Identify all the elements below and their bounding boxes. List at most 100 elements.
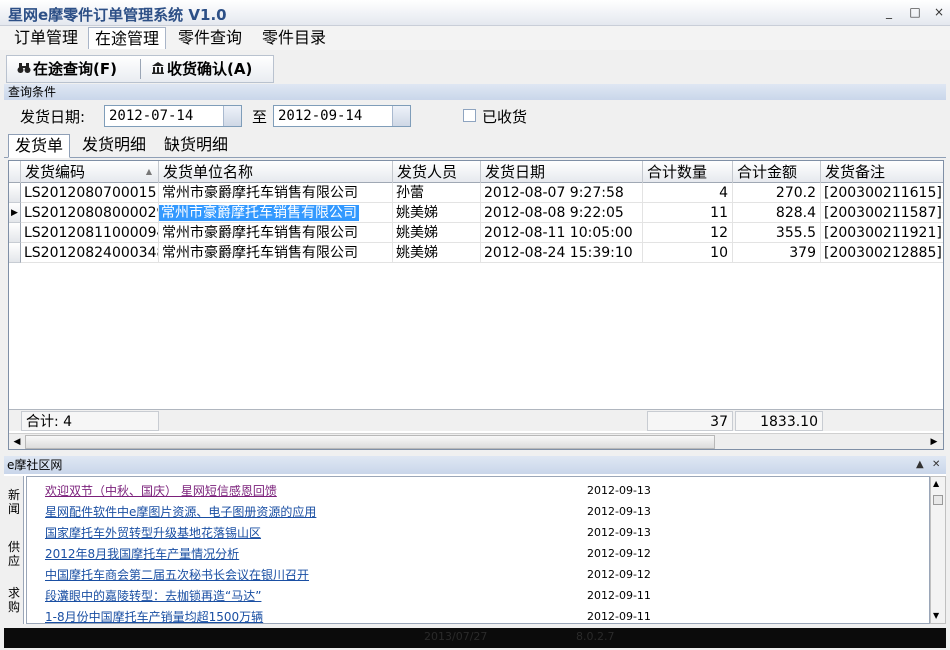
table-row-selected[interactable]: ▶ LS20120808000029 常州市豪爵摩托车销售有限公司 姚美娣 20… xyxy=(9,203,943,223)
news-link[interactable]: 星网配件软件中e摩图片资源、电子图册资源的应用 xyxy=(45,503,316,521)
in-transit-query-button[interactable]: 在途查询(F) xyxy=(13,58,121,80)
news-link[interactable]: 1-8月份中国摩托车产销量均超1500万辆 xyxy=(45,608,263,623)
tab-shipping-details[interactable]: 发货明细 xyxy=(76,134,152,158)
scroll-left-icon[interactable]: ◀ xyxy=(10,435,24,449)
table-row[interactable]: LS20120811000094 常州市豪爵摩托车销售有限公司 姚美娣 2012… xyxy=(9,223,943,243)
cell-total-qty: 4 xyxy=(643,183,733,203)
selected-cell-text: 常州市豪爵摩托车销售有限公司 xyxy=(159,205,359,221)
close-button[interactable]: × xyxy=(930,4,948,20)
date-to-value: 2012-09-14 xyxy=(278,108,363,124)
row-indicator[interactable] xyxy=(9,223,21,243)
menu-parts-catalog[interactable]: 零件目录 xyxy=(256,27,332,49)
news-date: 2012-09-13 xyxy=(587,484,651,497)
cell-ship-date: 2012-08-11 10:05:00 xyxy=(481,223,643,243)
news-date: 2012-09-13 xyxy=(587,526,651,539)
column-header-shipper-name[interactable]: 发货单位名称 xyxy=(159,161,393,183)
community-panel: e摩社区网 ▲ ✕ 新闻 供应 求购 欢迎双节（中秋、国庆） 星网短信感恩回馈 … xyxy=(4,456,946,624)
scroll-right-icon[interactable]: ▶ xyxy=(927,435,941,449)
shipping-orders-grid: 发货编码 ▲ 发货单位名称 发货人员 发货日期 合计数量 合计金额 发货备注 LS… xyxy=(8,160,944,450)
cell-ship-code: LS20120824000348 xyxy=(21,243,159,263)
news-link[interactable]: 2012年8月我国摩托车产量情况分析 xyxy=(45,545,239,563)
maximize-button[interactable]: □ xyxy=(906,4,924,20)
received-checkbox[interactable] xyxy=(463,109,476,122)
column-header-ship-date[interactable]: 发货日期 xyxy=(481,161,643,183)
receipt-confirm-button[interactable]: 收货确认(A) xyxy=(147,58,256,80)
cell-total-qty: 12 xyxy=(643,223,733,243)
grid-corner xyxy=(9,161,21,183)
tab-supply[interactable]: 供应 xyxy=(6,540,22,568)
title-bar: 星网e摩零件订单管理系统 V1.0 _ □ × xyxy=(0,0,950,26)
row-indicator[interactable] xyxy=(9,243,21,263)
scroll-thumb[interactable] xyxy=(25,435,715,449)
column-header-ship-remark[interactable]: 发货备注 xyxy=(821,161,943,183)
column-header-total-amount[interactable]: 合计金额 xyxy=(733,161,821,183)
scroll-up-icon[interactable]: ▲ xyxy=(933,479,939,488)
menu-order-management[interactable]: 订单管理 xyxy=(8,27,84,49)
status-date: 2013/07/27 xyxy=(424,630,488,643)
menu-parts-query[interactable]: 零件查询 xyxy=(172,27,248,49)
binoculars-icon xyxy=(17,60,31,82)
window-title: 星网e摩零件订单管理系统 V1.0 xyxy=(8,6,227,24)
summary-total-amount: 1833.10 xyxy=(735,411,823,431)
news-link[interactable]: 中国摩托车商会第二届五次秘书长会议在银川召开 xyxy=(45,566,309,584)
toolbar-separator xyxy=(140,59,141,79)
cell-ship-remark: [200300211921] xyxy=(821,223,943,243)
date-to-dropdown-button[interactable] xyxy=(392,106,410,126)
cell-shipper-staff: 姚美娣 xyxy=(393,243,481,263)
cell-shipper-staff: 姚美娣 xyxy=(393,203,481,223)
status-bar: 2013/07/27 8.0.2.7 xyxy=(4,628,946,648)
grid-header: 发货编码 ▲ 发货单位名称 发货人员 发货日期 合计数量 合计金额 发货备注 xyxy=(9,161,943,183)
grid-horizontal-scrollbar[interactable]: ◀ ▶ xyxy=(9,433,943,449)
minimize-button[interactable]: _ xyxy=(880,4,898,20)
cell-total-qty: 11 xyxy=(643,203,733,223)
row-indicator-current[interactable]: ▶ xyxy=(9,203,21,223)
column-header-shipper-staff[interactable]: 发货人员 xyxy=(393,161,481,183)
query-conditions-row: 发货日期: 2012-07-14 至 2012-09-14 已收货 xyxy=(0,102,950,130)
tab-shortage-details[interactable]: 缺货明细 xyxy=(158,134,234,158)
date-to-picker[interactable]: 2012-09-14 xyxy=(273,105,411,127)
query-conditions-header: 查询条件 xyxy=(4,84,946,100)
news-link[interactable]: 段瀵眼中的嘉陵转型：去枷锁再造“马达” xyxy=(45,587,261,605)
tab-purchase[interactable]: 求购 xyxy=(6,586,22,614)
column-header-total-qty[interactable]: 合计数量 xyxy=(643,161,733,183)
date-from-value: 2012-07-14 xyxy=(109,108,194,124)
cell-total-amount: 355.5 xyxy=(733,223,821,243)
date-from-dropdown-button[interactable] xyxy=(223,106,241,126)
panel-close-icon[interactable]: ✕ xyxy=(932,456,940,474)
sort-arrow-icon: ▲ xyxy=(145,167,152,176)
menu-in-transit[interactable]: 在途管理 xyxy=(88,27,167,49)
collapse-icon[interactable]: ▲ xyxy=(916,456,924,474)
scroll-down-icon[interactable]: ▼ xyxy=(933,611,939,620)
cell-ship-date: 2012-08-24 15:39:10 xyxy=(481,243,643,263)
cell-total-amount: 379 xyxy=(733,243,821,263)
table-row[interactable]: LS20120807000151 常州市豪爵摩托车销售有限公司 孙蕾 2012-… xyxy=(9,183,943,203)
receipt-confirm-label: 收货确认(A) xyxy=(167,60,253,78)
news-link[interactable]: 国家摩托车外贸转型升级基地花落锡山区 xyxy=(45,524,261,542)
community-tabs: 新闻 供应 求购 xyxy=(4,476,24,624)
column-header-ship-code[interactable]: 发货编码 ▲ xyxy=(21,161,159,183)
date-from-picker[interactable]: 2012-07-14 xyxy=(104,105,242,127)
summary-count: 合计: 4 xyxy=(21,411,159,431)
cell-total-amount: 270.2 xyxy=(733,183,821,203)
cell-total-amount: 828.4 xyxy=(733,203,821,223)
news-list: 欢迎双节（中秋、国庆） 星网短信感恩回馈 2012-09-13 星网配件软件中e… xyxy=(26,476,930,624)
news-date: 2012-09-13 xyxy=(587,505,651,518)
table-row[interactable]: LS20120824000348 常州市豪爵摩托车销售有限公司 姚美娣 2012… xyxy=(9,243,943,263)
news-link[interactable]: 欢迎双节（中秋、国庆） 星网短信感恩回馈 xyxy=(45,482,277,500)
news-date: 2012-09-11 xyxy=(587,589,651,602)
scroll-thumb[interactable] xyxy=(933,495,943,505)
in-transit-query-label: 在途查询(F) xyxy=(33,60,117,78)
summary-total-qty: 37 xyxy=(647,411,733,431)
ship-date-label: 发货日期: xyxy=(20,108,86,126)
tab-news[interactable]: 新闻 xyxy=(6,488,22,516)
news-vertical-scrollbar[interactable]: ▲ ▼ xyxy=(930,476,946,624)
cell-ship-remark: [200300211615] xyxy=(821,183,943,203)
row-indicator[interactable] xyxy=(9,183,21,203)
community-title: e摩社区网 xyxy=(7,458,63,472)
cell-ship-code: LS20120808000029 xyxy=(21,203,159,223)
news-date: 2012-09-12 xyxy=(587,568,651,581)
tab-shipping-orders[interactable]: 发货单 xyxy=(8,134,71,158)
warehouse-icon xyxy=(151,60,165,82)
cell-shipper-staff: 姚美娣 xyxy=(393,223,481,243)
received-label: 已收货 xyxy=(482,108,528,126)
